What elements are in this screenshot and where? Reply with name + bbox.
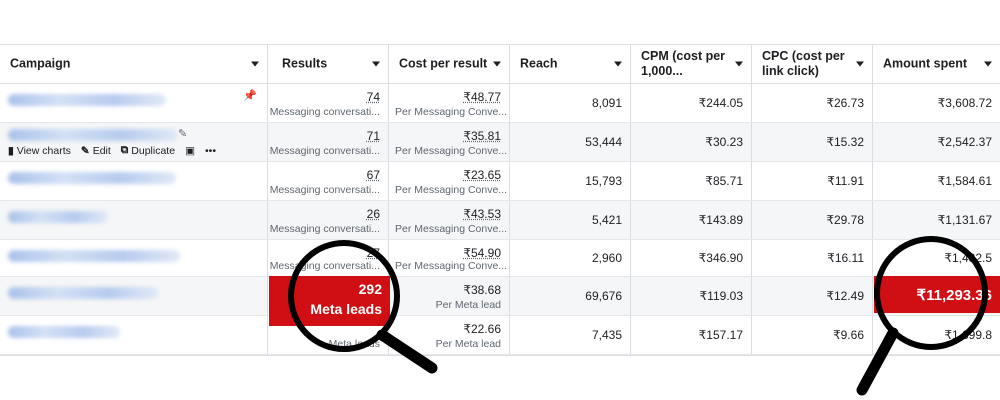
magnifier-overlays bbox=[288, 236, 988, 396]
magnifier-icon bbox=[856, 236, 988, 396]
magnifier-icon bbox=[288, 240, 438, 374]
